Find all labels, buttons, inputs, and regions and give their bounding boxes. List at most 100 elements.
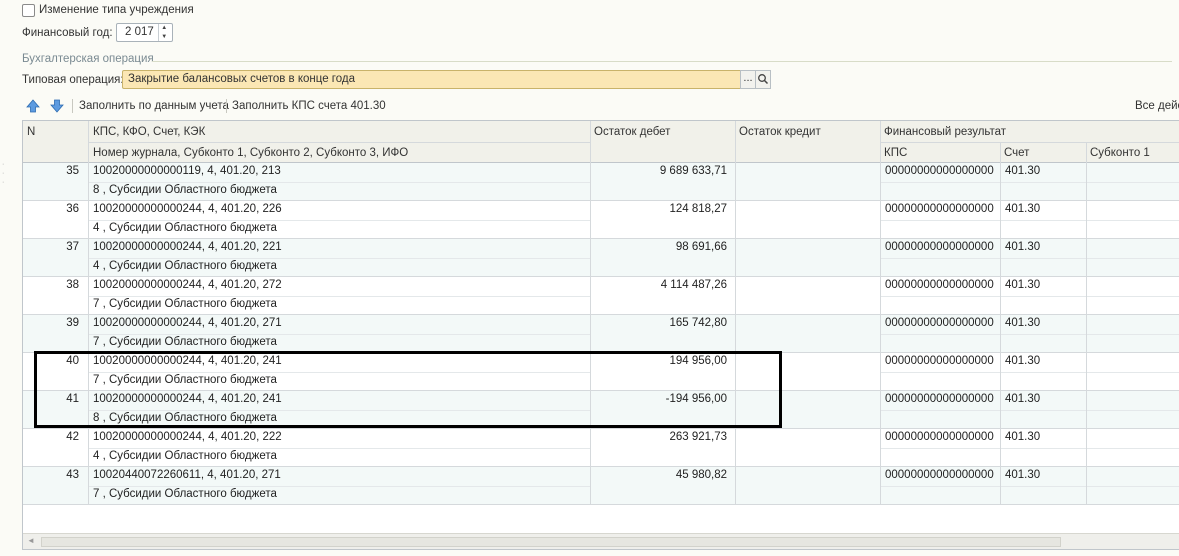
header-finres-kps[interactable]: КПС <box>880 144 999 162</box>
table-row[interactable]: 36 10020000000000244, 4, 401.20, 226 4 , С… <box>23 201 1179 239</box>
row-kps[interactable]: 10020000000000244, 4, 401.20, 272 <box>93 279 588 291</box>
row-finres-kps[interactable]: 00000000000000000 <box>885 317 997 329</box>
row-inner-divider <box>89 486 590 487</box>
row-finres-kps[interactable]: 00000000000000000 <box>885 203 997 215</box>
search-icon[interactable] <box>755 70 771 89</box>
group-divider <box>152 61 1172 62</box>
row-journal[interactable]: 4 , Субсидии Областного бюджета <box>93 450 588 462</box>
row-inner-divider <box>880 182 1179 183</box>
row-divider <box>23 504 1179 505</box>
row-kps[interactable]: 10020000000000244, 4, 401.20, 221 <box>93 241 588 253</box>
fin-year-value: 2 017 <box>125 26 154 38</box>
header-n[interactable]: N <box>23 123 88 141</box>
row-finres-account[interactable]: 401.30 <box>1005 165 1083 177</box>
row-debit[interactable]: 165 742,80 <box>591 317 731 329</box>
row-finres-kps[interactable]: 00000000000000000 <box>885 165 997 177</box>
fill-by-accounting-button[interactable]: Заполнить по данным учета <box>79 100 229 112</box>
row-number[interactable]: 43 <box>23 469 83 481</box>
row-debit[interactable]: 263 921,73 <box>591 431 731 443</box>
row-inner-divider <box>880 448 1179 449</box>
row-inner-divider <box>89 296 590 297</box>
row-number[interactable]: 35 <box>23 165 83 177</box>
row-finres-kps[interactable]: 00000000000000000 <box>885 279 997 291</box>
row-kps[interactable]: 10020440072260611, 4, 401.20, 271 <box>93 469 588 481</box>
row-number[interactable]: 42 <box>23 431 83 443</box>
col-divider <box>1086 142 1087 505</box>
header-kps[interactable]: КПС, КФО, Счет, КЭК <box>89 123 589 141</box>
left-edge-marks: · · · <box>2 161 5 186</box>
row-inner-divider <box>880 372 1179 373</box>
stepper-down-icon[interactable]: ▼ <box>159 33 170 42</box>
row-finres-account[interactable]: 401.30 <box>1005 431 1083 443</box>
row-finres-account[interactable]: 401.30 <box>1005 469 1083 481</box>
highlight-box <box>34 351 782 428</box>
row-journal[interactable]: 7 , Субсидии Областного бюджета <box>93 298 588 310</box>
row-finres-account[interactable]: 401.30 <box>1005 317 1083 329</box>
row-finres-account[interactable]: 401.30 <box>1005 279 1083 291</box>
row-journal[interactable]: 8 , Субсидии Областного бюджета <box>93 184 588 196</box>
table-row[interactable]: 39 10020000000000244, 4, 401.20, 271 7 , С… <box>23 315 1179 353</box>
row-finres-kps[interactable]: 00000000000000000 <box>885 355 997 367</box>
institution-change-checkbox[interactable] <box>22 4 35 17</box>
institution-change-label: Изменение типа учреждения <box>39 4 194 16</box>
row-number[interactable]: 39 <box>23 317 83 329</box>
header-finres-account[interactable]: Счет <box>1000 144 1085 162</box>
operation-field[interactable]: Закрытие балансовых счетов в конце года <box>122 70 742 89</box>
row-number[interactable]: 36 <box>23 203 83 215</box>
header-journal[interactable]: Номер журнала, Субконто 1, Субконто 2, С… <box>89 144 589 162</box>
row-inner-divider <box>89 182 590 183</box>
row-inner-divider <box>880 258 1179 259</box>
row-finres-account[interactable]: 401.30 <box>1005 355 1083 367</box>
row-finres-account[interactable]: 401.30 <box>1005 203 1083 215</box>
operation-select-button[interactable]: ... <box>740 70 756 89</box>
all-actions-menu[interactable]: Все дейс <box>1135 100 1179 112</box>
toolbar-separator <box>72 99 73 113</box>
row-finres-kps[interactable]: 00000000000000000 <box>885 469 997 481</box>
row-inner-divider <box>880 220 1179 221</box>
table-row[interactable]: 42 10020000000000244, 4, 401.20, 222 4 , С… <box>23 429 1179 467</box>
header-debit[interactable]: Остаток дебет <box>590 123 734 141</box>
col-divider <box>735 121 736 505</box>
horizontal-scrollbar[interactable]: ◄ <box>23 533 1179 549</box>
row-debit[interactable]: 9 689 633,71 <box>591 165 731 177</box>
row-kps[interactable]: 10020000000000244, 4, 401.20, 271 <box>93 317 588 329</box>
row-inner-divider <box>89 258 590 259</box>
scroll-thumb[interactable] <box>41 537 1061 547</box>
header-credit[interactable]: Остаток кредит <box>735 123 879 141</box>
group-title: Бухгалтерская операция <box>22 53 154 65</box>
toolbar-separator <box>226 99 227 113</box>
stepper-up-icon[interactable]: ▲ <box>159 24 170 33</box>
row-debit[interactable]: 124 818,27 <box>591 203 731 215</box>
fin-year-stepper[interactable]: 2 017 ▲ ▼ <box>116 23 173 42</box>
table-row[interactable]: 37 10020000000000244, 4, 401.20, 221 4 , С… <box>23 239 1179 277</box>
row-journal[interactable]: 7 , Субсидии Областного бюджета <box>93 336 588 348</box>
row-finres-kps[interactable]: 00000000000000000 <box>885 431 997 443</box>
row-kps[interactable]: 10020000000000119, 4, 401.20, 213 <box>93 165 588 177</box>
row-finres-account[interactable]: 401.30 <box>1005 241 1083 253</box>
row-finres-kps[interactable]: 00000000000000000 <box>885 393 997 405</box>
header-finres-subconto1[interactable]: Субконто 1 <box>1086 144 1179 162</box>
scroll-left-icon[interactable]: ◄ <box>27 536 35 545</box>
row-inner-divider <box>89 448 590 449</box>
row-number[interactable]: 38 <box>23 279 83 291</box>
table-row[interactable]: 43 10020440072260611, 4, 401.20, 271 7 , С… <box>23 467 1179 505</box>
row-debit[interactable]: 4 114 487,26 <box>591 279 731 291</box>
table-row[interactable]: 35 10020000000000119, 4, 401.20, 213 8 , С… <box>23 163 1179 201</box>
row-debit[interactable]: 45 980,82 <box>591 469 731 481</box>
move-up-icon[interactable] <box>25 98 41 114</box>
row-finres-account[interactable]: 401.30 <box>1005 393 1083 405</box>
fill-kps-button[interactable]: Заполнить КПС счета 401.30 <box>232 100 386 112</box>
row-debit[interactable]: 98 691,66 <box>591 241 731 253</box>
row-journal[interactable]: 7 , Субсидии Областного бюджета <box>93 488 588 500</box>
col-divider <box>590 121 591 505</box>
row-kps[interactable]: 10020000000000244, 4, 401.20, 222 <box>93 431 588 443</box>
row-journal[interactable]: 4 , Субсидии Областного бюджета <box>93 222 588 234</box>
row-number[interactable]: 37 <box>23 241 83 253</box>
row-journal[interactable]: 4 , Субсидии Областного бюджета <box>93 260 588 272</box>
move-down-icon[interactable] <box>49 98 65 114</box>
col-divider <box>880 121 881 505</box>
header-finres[interactable]: Финансовый результат <box>880 123 1179 141</box>
row-finres-kps[interactable]: 00000000000000000 <box>885 241 997 253</box>
table-row[interactable]: 38 10020000000000244, 4, 401.20, 272 7 , С… <box>23 277 1179 315</box>
row-kps[interactable]: 10020000000000244, 4, 401.20, 226 <box>93 203 588 215</box>
